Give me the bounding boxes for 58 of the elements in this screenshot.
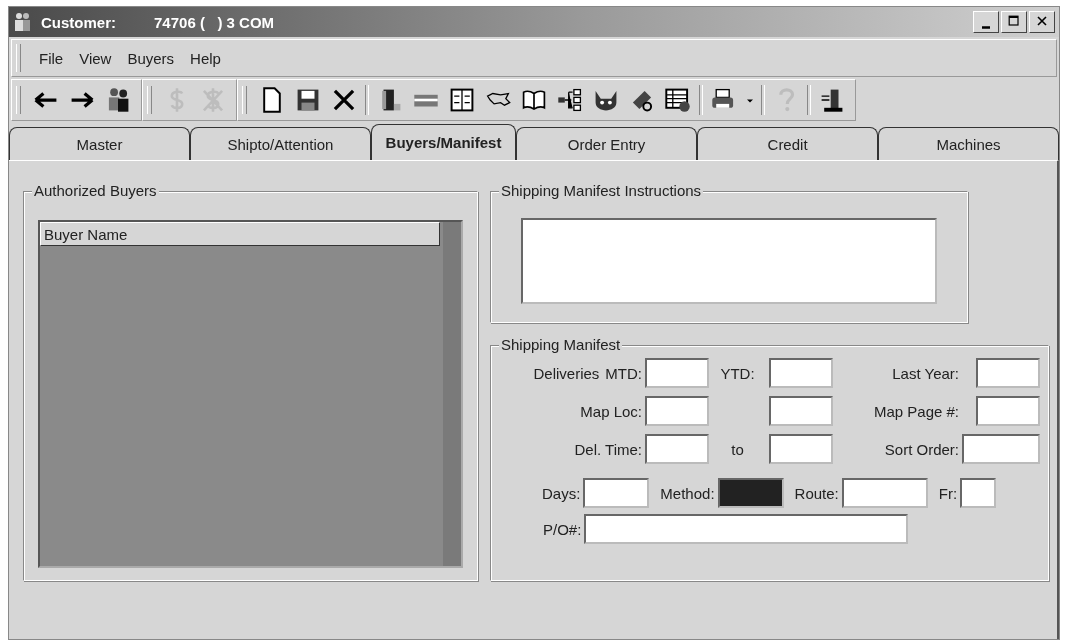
column-header[interactable]: Buyer Name (40, 222, 440, 246)
field-label: Fr: (938, 484, 958, 502)
field-label: Map Loc: (580, 402, 642, 420)
instructions-field[interactable] (521, 218, 937, 304)
input-field[interactable] (769, 434, 833, 464)
group-title: Shipping Manifest (499, 336, 623, 354)
exit-door-icon (819, 87, 845, 113)
open-book-icon (521, 87, 547, 113)
field-label: Last Year: (892, 364, 959, 382)
tab[interactable]: Buyers/Manifest (370, 124, 517, 160)
input-field[interactable] (976, 358, 1040, 388)
menu-item[interactable]: View (73, 49, 118, 67)
field-label: P/O#: (543, 520, 582, 538)
input-field[interactable] (841, 478, 928, 508)
input-field[interactable] (962, 434, 1040, 464)
field-label: YTD: (720, 364, 755, 382)
field-label: Route: (794, 484, 839, 502)
input-field[interactable] (584, 514, 909, 544)
calendar-icon (449, 87, 475, 113)
menu-item[interactable]: File (33, 49, 70, 67)
minimize-icon (982, 26, 990, 29)
input-field[interactable] (976, 396, 1040, 426)
field-label: Method: (660, 484, 715, 502)
people-icon (13, 12, 33, 32)
field-label: Days: (542, 484, 581, 502)
field-label: Del. Time: (574, 440, 642, 458)
input-field[interactable] (645, 396, 709, 426)
input-field[interactable] (717, 478, 784, 508)
maximize-button[interactable] (1001, 11, 1027, 33)
group-title: Authorized Buyers (32, 182, 159, 200)
minimize-button[interactable] (973, 11, 999, 33)
input-field[interactable] (769, 358, 833, 388)
input-field[interactable] (769, 396, 833, 426)
tab[interactable]: Order Entry (516, 127, 698, 160)
field-label: Sort Order: (884, 440, 959, 458)
group-title: Shipping Manifest Instructions (499, 182, 704, 200)
input-field[interactable] (645, 434, 709, 464)
tab[interactable]: Shipto/Attention (189, 127, 371, 160)
input-field[interactable] (645, 358, 709, 388)
hierarchy-icon (557, 87, 583, 113)
tab[interactable]: Credit (697, 127, 879, 160)
scroll-bar[interactable] (443, 222, 461, 566)
crossed-dollar-icon (200, 87, 226, 113)
field-label: Deliveries (533, 364, 600, 382)
menu-item[interactable]: Help (184, 49, 227, 67)
spreadsheet-icon (665, 87, 691, 113)
input-field[interactable] (960, 478, 997, 508)
tab[interactable]: Machines (878, 127, 1059, 160)
menu-item[interactable]: Buyers (121, 49, 181, 67)
delete-icon (331, 87, 357, 113)
window-title: Customer: (41, 13, 116, 31)
field-label: to (731, 440, 744, 458)
window-title: 74706 ( ) 3 COM (154, 13, 275, 31)
close-button[interactable] (1029, 11, 1055, 33)
field-label: Map Page #: (873, 402, 959, 420)
tab[interactable]: Master (9, 127, 190, 160)
input-field[interactable] (583, 478, 650, 508)
field-label: MTD: (605, 364, 642, 382)
